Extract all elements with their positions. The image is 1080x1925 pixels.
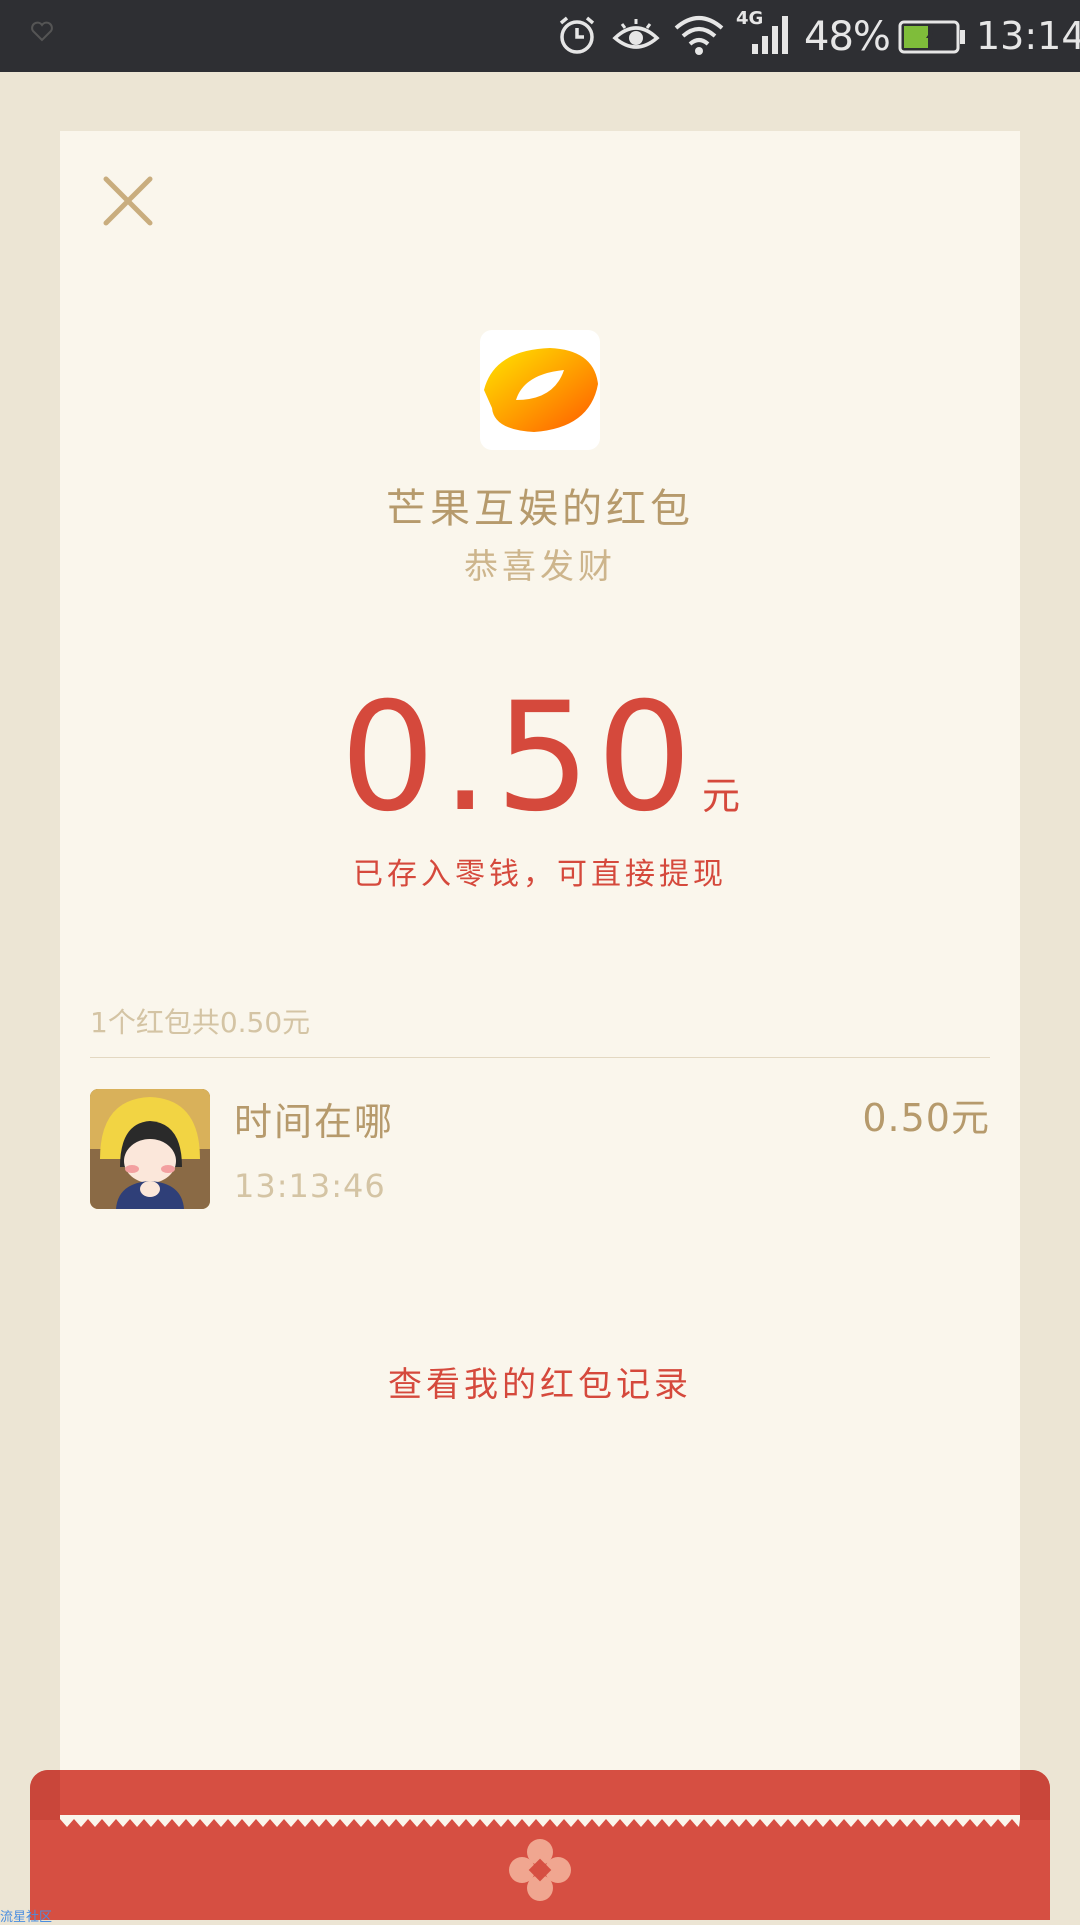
signal-icon [752, 16, 788, 54]
battery-percent: 48% [804, 14, 891, 60]
battery-icon [898, 20, 965, 54]
flower-icon [509, 1839, 571, 1901]
heart-icon [31, 21, 53, 42]
close-icon[interactable] [102, 175, 154, 227]
sender-name: 芒果互娱的红包 [386, 486, 694, 532]
amount-value: 0.50 [340, 671, 698, 845]
mango-logo-icon [484, 348, 598, 432]
records-summary: 1个红包共0.50元 [90, 1006, 311, 1039]
wifi-icon [674, 16, 724, 55]
record-amount: 0.50元 [862, 1096, 990, 1140]
view-history-link[interactable]: 查看我的红包记录 [60, 1357, 1020, 1406]
envelope-flap-left [30, 1770, 60, 1820]
received-amount: 0.50 元 [60, 671, 1020, 845]
envelope-flap-right [1020, 1770, 1050, 1820]
zigzag-edge [60, 1815, 1020, 1827]
record-sender-name: 时间在哪 [234, 1100, 395, 1144]
alarm-icon [559, 16, 595, 54]
clock: 13:14 [976, 14, 1080, 58]
eye-icon [612, 19, 660, 49]
sender-logo [480, 330, 600, 450]
amount-unit: 元 [701, 774, 740, 818]
deposit-note: 已存入零钱，可直接提现 [353, 857, 727, 892]
status-bar: 4G 48% 13:14 [0, 0, 1080, 72]
record-time: 13:13:46 [234, 1167, 386, 1205]
greeting-text: 恭喜发财 [464, 547, 616, 587]
watermark-text: 流星社区 [0, 1910, 53, 1925]
avatar[interactable] [90, 1089, 210, 1209]
red-packet-detail-card: 芒果互娱的红包 恭喜发财 0.50 元 已存入零钱，可直接提现 1个红包共0.50… [60, 131, 1020, 1821]
divider [90, 1057, 990, 1058]
